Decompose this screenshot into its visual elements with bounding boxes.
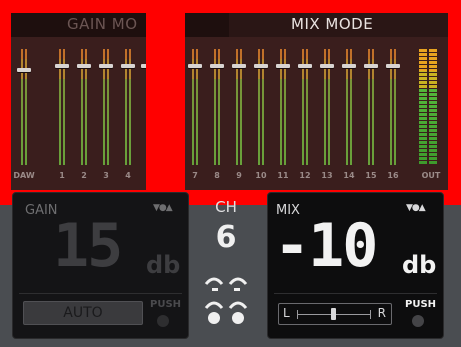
channel-strip-10[interactable]: 10 bbox=[254, 49, 268, 180]
channel-strip-16[interactable]: 16 bbox=[386, 49, 400, 180]
channel-selector: CH 6 bbox=[196, 198, 256, 328]
gain-unit: db bbox=[146, 251, 181, 279]
channel-label: 16 bbox=[387, 171, 399, 180]
channel-strip-13[interactable]: 13 bbox=[320, 49, 334, 180]
pan-right-label: R bbox=[377, 306, 386, 320]
gain-control[interactable]: GAIN ▼●▲ 15 db AUTO PUSH bbox=[12, 192, 189, 339]
channel-strip-9[interactable]: 9 bbox=[232, 49, 246, 180]
fader-handle[interactable] bbox=[210, 64, 224, 68]
channel-strip-partial bbox=[141, 49, 146, 177]
channel-strip-12[interactable]: 12 bbox=[298, 49, 312, 180]
linked-down-icon[interactable] bbox=[202, 298, 250, 326]
divider bbox=[274, 293, 437, 294]
linked-up-icon[interactable] bbox=[202, 270, 250, 298]
channel-strip-daw[interactable]: DAW bbox=[13, 49, 35, 180]
push-label: PUSH bbox=[405, 299, 437, 310]
mix-unit: db bbox=[402, 251, 437, 279]
fader-handle[interactable] bbox=[386, 64, 400, 68]
fader-handle[interactable] bbox=[276, 64, 290, 68]
pan-left-label: L bbox=[283, 306, 290, 320]
channel-strip-3[interactable]: 3 bbox=[99, 49, 113, 180]
gain-mode-panel: GAIN MO DAW 1 2 3 4 bbox=[11, 13, 146, 190]
fader-handle[interactable] bbox=[121, 64, 135, 68]
fader-handle[interactable] bbox=[99, 64, 113, 68]
down-dot-up-icon[interactable]: ▼●▲ bbox=[153, 203, 173, 213]
fader-handle[interactable] bbox=[232, 64, 246, 68]
fader-handle[interactable] bbox=[17, 68, 31, 72]
mix-value: -10 bbox=[274, 211, 378, 281]
push-knob-icon[interactable] bbox=[157, 315, 169, 327]
fader-handle[interactable] bbox=[364, 64, 378, 68]
channel-strip-4[interactable]: 4 bbox=[121, 49, 135, 180]
push-label: PUSH bbox=[150, 299, 182, 310]
gain-mode-title: GAIN MO bbox=[67, 15, 138, 33]
channel-title: CH bbox=[215, 198, 237, 216]
output-meter bbox=[419, 49, 439, 165]
fader-handle[interactable] bbox=[77, 64, 91, 68]
down-dot-up-icon[interactable]: ▼●▲ bbox=[406, 203, 426, 213]
mix-mode-panel: MIX MODE 7 8 9 10 11 12 13 14 15 16 OUT bbox=[185, 13, 448, 190]
fader-handle[interactable] bbox=[188, 64, 202, 68]
channel-strip-14[interactable]: 14 bbox=[342, 49, 356, 180]
gain-value: 15 bbox=[53, 211, 123, 281]
fader-handle[interactable] bbox=[320, 64, 334, 68]
channel-number[interactable]: 6 bbox=[196, 220, 256, 255]
channel-strip-15[interactable]: 15 bbox=[364, 49, 378, 180]
mix-control[interactable]: MIX ▼●▲ -10 db L R PUSH bbox=[267, 192, 444, 339]
channel-strip-11[interactable]: 11 bbox=[276, 49, 290, 180]
fader-handle[interactable] bbox=[342, 64, 356, 68]
output-label: OUT bbox=[421, 171, 441, 180]
channel-strip-7[interactable]: 7 bbox=[188, 49, 202, 180]
pan-handle[interactable] bbox=[331, 308, 336, 320]
fader-handle[interactable] bbox=[55, 64, 69, 68]
fader-handle[interactable] bbox=[254, 64, 268, 68]
divider bbox=[19, 293, 182, 294]
channel-label: 4 bbox=[125, 171, 131, 180]
channel-strip-8[interactable]: 8 bbox=[210, 49, 224, 180]
pan-slider[interactable]: L R bbox=[278, 303, 392, 325]
channel-strip-1[interactable]: 1 bbox=[55, 49, 69, 180]
fader-handle[interactable] bbox=[298, 64, 312, 68]
channel-strip-2[interactable]: 2 bbox=[77, 49, 91, 180]
push-knob-icon[interactable] bbox=[412, 315, 424, 327]
auto-button[interactable]: AUTO bbox=[23, 301, 143, 325]
mix-mode-title: MIX MODE bbox=[291, 15, 374, 33]
channel-label: DAW bbox=[13, 171, 35, 180]
